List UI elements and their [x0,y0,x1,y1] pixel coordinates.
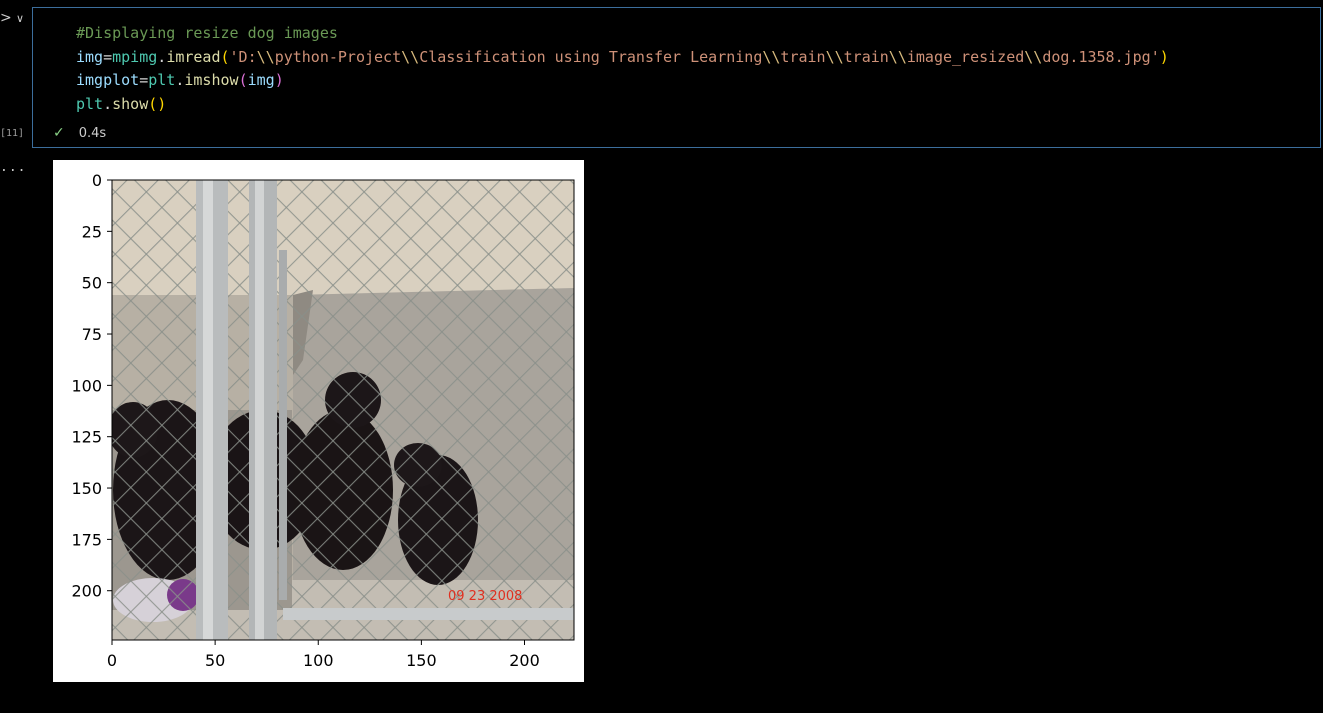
token-escape: \\ [888,47,907,66]
token-op: = [103,47,113,66]
token-var: img [76,47,104,66]
y-tick-label: 100 [71,376,102,395]
token-dot: . [103,94,113,113]
y-tick-label: 175 [71,530,102,549]
x-tick-label: 100 [303,651,334,670]
code-line-show: plt.show() [76,95,166,113]
chevron-down-icon[interactable]: ∨ [16,12,24,25]
token-paren: ( [238,71,248,89]
y-tick-label: 125 [71,428,102,447]
matplotlib-figure: 09 23 2008 0 25 50 75 100 125 150 175 200 0 50 100… [71,171,575,670]
x-tick-label: 0 [107,651,117,670]
token-function: imshow [184,71,239,89]
token-escape: \\ [256,47,275,66]
y-tick-label: 25 [82,222,102,241]
token-var: img [247,71,275,89]
x-axis: 0 50 100 150 200 [107,640,540,670]
code-line-imread: img=mpimg.imread('D:\\python-Project\\Cl… [76,48,1169,66]
check-icon: ✓ [53,125,65,141]
code-comment: #Displaying resize dog images [76,24,338,42]
y-tick-label: 0 [92,171,102,190]
output-figure: 09 23 2008 0 25 50 75 100 125 150 175 200 0 50 100… [53,160,584,682]
token-function: show [112,94,149,113]
cell-status: ✓ 0.4s [53,125,106,141]
token-escape: \\ [825,47,844,66]
output-menu-ellipsis[interactable]: ... [0,160,26,175]
execution-count: [11] [0,128,25,139]
token-op: = [139,71,149,89]
code-line-imshow: imgplot=plt.imshow(img) [76,71,284,89]
token-paren: () [148,94,167,113]
token-string: train [843,47,889,66]
token-var: imgplot [76,71,140,89]
token-string: 'D: [229,47,257,66]
token-module: plt [148,71,176,89]
run-caret-icon[interactable]: > [0,10,12,26]
y-tick-label: 150 [71,479,102,498]
date-stamp: 09 23 2008 [448,589,522,604]
y-tick-label: 200 [71,582,102,601]
code-editor[interactable]: #Displaying resize dog images img=mpimg.… [76,22,1169,116]
token-paren: ) [1159,47,1169,66]
execution-duration: 0.4s [78,125,107,141]
token-string: python-Project [274,47,402,66]
x-tick-label: 50 [205,651,225,670]
token-escape: \\ [762,47,781,66]
token-module: plt [76,94,104,113]
token-string: train [780,47,826,66]
token-string: image_resized [906,47,1025,66]
x-tick-label: 200 [509,651,540,670]
y-axis: 0 25 50 75 100 125 150 175 200 [71,171,112,601]
token-escape: \\ [401,47,420,66]
token-paren: ( [220,47,230,66]
y-tick-label: 50 [82,274,102,293]
token-escape: \\ [1024,47,1043,66]
token-function: imread [166,47,221,66]
token-dot: . [157,47,167,66]
x-tick-label: 150 [406,651,437,670]
code-cell[interactable]: #Displaying resize dog images img=mpimg.… [32,7,1321,148]
dog-image: 09 23 2008 [112,180,574,640]
token-paren: ) [274,71,284,89]
y-tick-label: 75 [82,325,102,344]
token-string: Classification using Transfer Learning [419,47,763,66]
token-module: mpimg [112,47,158,66]
token-string: dog.1358.jpg' [1042,47,1160,66]
